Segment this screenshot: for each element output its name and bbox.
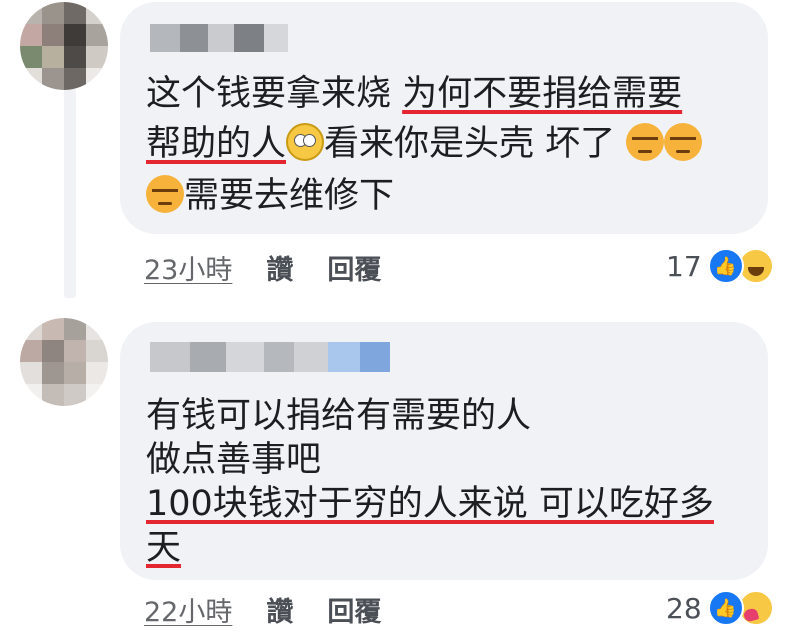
timestamp-link[interactable]: 23小時 — [144, 248, 232, 287]
commenter-name-blurred[interactable] — [150, 24, 288, 52]
comment-bubble: 有钱可以捐给有需要的人 做点善事吧 100块钱对于穷的人来说 可以吃好多 天 — [120, 322, 768, 580]
unamused-emoji-icon — [626, 123, 665, 161]
avatar[interactable] — [20, 2, 108, 90]
comment-text: 这个钱要拿来烧 — [146, 74, 403, 114]
comment-actions: 22小時 讚 回覆 — [144, 590, 381, 629]
comment-actions: 23小時 讚 回覆 — [144, 248, 381, 287]
comment-text: 做点善事吧 — [146, 440, 322, 480]
comment-text-line: 这个钱要拿来烧 为何不要捐给需要 — [146, 72, 682, 116]
comment-text: 看来你是头壳 坏了 — [324, 124, 616, 164]
reply-button[interactable]: 回覆 — [327, 248, 381, 287]
comment-text: 需要去维修下 — [184, 176, 395, 216]
highlighted-text: 帮助的人 — [146, 124, 287, 164]
like-icon: 👍 — [707, 590, 744, 626]
like-icon: 👍 — [707, 248, 744, 284]
comment-text: 有钱可以捐给有需要的人 — [146, 396, 532, 436]
comment-bubble: 这个钱要拿来烧 为何不要捐给需要 帮助的人 看来你是头壳 坏了 需要去维修下 — [120, 2, 768, 234]
highlighted-text: 天 — [146, 528, 182, 568]
commenter-name-blurred[interactable] — [150, 342, 390, 372]
like-button[interactable]: 讚 — [266, 590, 293, 629]
unamused-emoji-icon — [664, 123, 703, 161]
comment-text-line: 需要去维修下 — [146, 174, 394, 218]
highlighted-text: 100块钱对于穷的人来说 可以吃好多 — [146, 484, 714, 524]
reaction-summary[interactable]: 17 👍 — [666, 248, 774, 284]
avatar[interactable] — [20, 318, 108, 406]
reaction-summary[interactable]: 28 👍 — [666, 590, 774, 626]
comment-text-line: 天 — [146, 526, 181, 570]
unamused-emoji-icon — [146, 175, 184, 213]
like-button[interactable]: 讚 — [266, 248, 293, 287]
timestamp-link[interactable]: 22小時 — [144, 590, 232, 629]
comment-text-line: 有钱可以捐给有需要的人 — [146, 394, 531, 438]
reaction-count: 17 — [666, 249, 702, 283]
reply-button[interactable]: 回覆 — [327, 590, 381, 629]
thread-line — [64, 88, 76, 298]
comment-text-line: 帮助的人 看来你是头壳 坏了 — [146, 122, 703, 166]
comment-text-line: 做点善事吧 — [146, 438, 321, 482]
comment-text-line: 100块钱对于穷的人来说 可以吃好多 — [146, 482, 714, 526]
eye-roll-emoji-icon — [286, 123, 325, 161]
reaction-count: 28 — [666, 591, 702, 625]
highlighted-text: 为何不要捐给需要 — [402, 74, 683, 114]
